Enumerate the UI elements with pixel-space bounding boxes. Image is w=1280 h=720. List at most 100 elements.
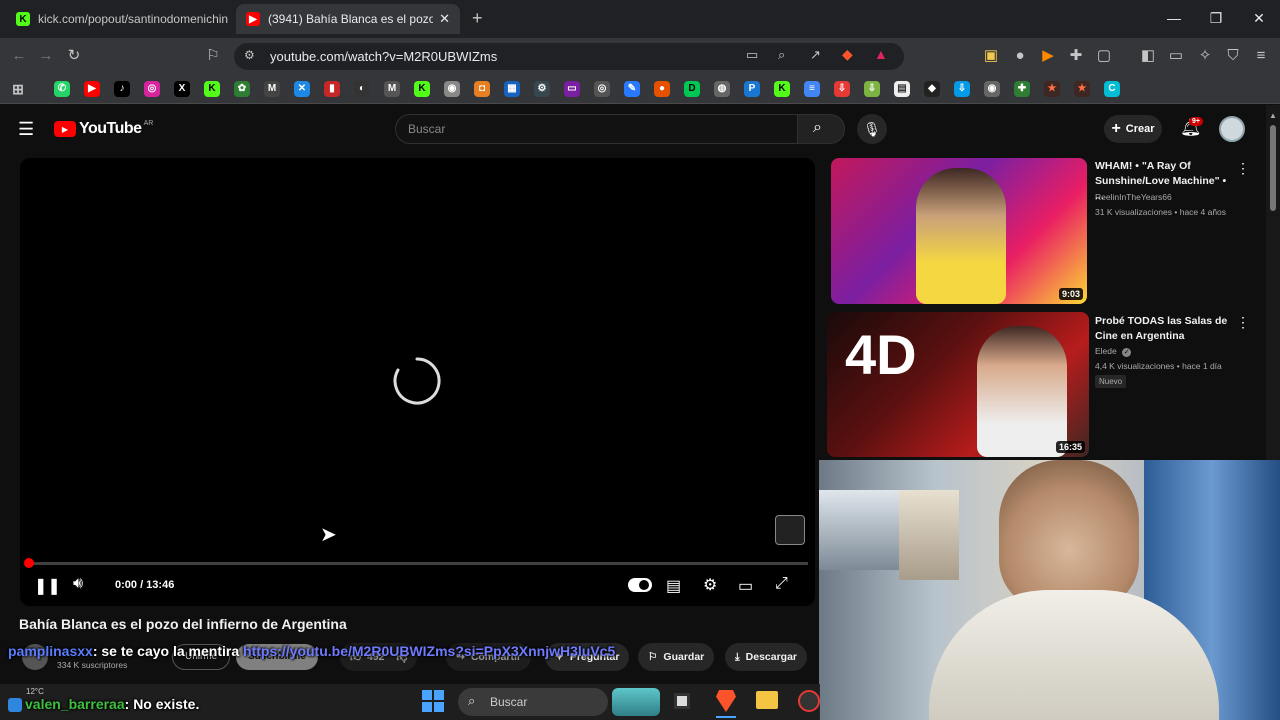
tiktok-icon[interactable]: ♪ [114,81,130,97]
tab-kick-popout[interactable]: K kick.com/popout/santinodomenichin [6,4,232,34]
reload-icon[interactable]: ↻ [64,46,84,66]
forward-icon[interactable]: → [36,46,56,66]
scroll-up-icon[interactable]: ▲ [1269,111,1277,120]
bookmark-icon[interactable]: ⚐ [203,46,223,66]
taskbar-search[interactable]: ⌕ Buscar [458,688,608,716]
bookmark-icon-18[interactable]: ▭ [564,81,580,97]
screenshot-icon[interactable]: ▢ [1094,46,1114,66]
bookmark-icon-33[interactable]: ✚ [1014,81,1030,97]
bookmark-icon-36[interactable]: C [1104,81,1120,97]
taskbar-widget-icon[interactable] [612,688,660,716]
volume-icon[interactable]: 🔊︎ [73,575,83,593]
channel-watermark[interactable] [775,515,805,545]
maximize-icon[interactable]: ❐ [1204,8,1228,28]
bookmark-icon-27[interactable]: ⇩ [834,81,850,97]
bookmark-icon-32[interactable]: ◉ [984,81,1000,97]
youtube-logo[interactable]: ▶ YouTube AR [54,120,153,138]
chart-bookmark-icon[interactable]: ▮ [324,81,340,97]
voice-search-button[interactable]: 🎙︎ [857,114,887,144]
address-bar[interactable]: ⚙ youtube.com/watch?v=M2R0UBWIZms ▭ ⌕ ↗ … [234,43,904,70]
bookmark-icon-16[interactable]: ▦ [504,81,520,97]
star-bookmark-icon-2[interactable]: ★ [1074,81,1090,97]
bookmark-icon-24[interactable]: P [744,81,760,97]
recommended-channel[interactable]: Elede ✓ [1095,346,1132,357]
bookmark-icon-14[interactable]: ◉ [444,81,460,97]
tab-youtube-video[interactable]: ▶ (3941) Bahía Blanca es el pozo d ✕ [236,4,460,34]
recommended-thumbnail[interactable]: 9:03 [831,158,1087,304]
close-tab-icon[interactable]: ✕ [439,11,450,27]
apps-grid-icon[interactable]: ⊞ [10,81,26,97]
bookmark-icon-19[interactable]: ◎ [594,81,610,97]
media-icon[interactable]: ▶ [1038,46,1058,66]
file-bookmark-icon[interactable]: ▤ [894,81,910,97]
avatar[interactable] [1219,116,1245,142]
fullscreen-icon[interactable]: ⤢ [775,575,788,593]
menu-icon[interactable]: ≡ [1251,46,1271,66]
bookmark-icon-22[interactable]: D [684,81,700,97]
sidebar-icon[interactable]: ◧ [1138,46,1158,66]
star-bookmark-icon[interactable]: ★ [1044,81,1060,97]
brave-taskbar-icon[interactable] [716,690,736,712]
cast-icon[interactable]: ▭ [746,47,758,63]
subtitles-icon[interactable]: ▤ [666,576,681,596]
recommended-channel[interactable]: ReelinInTheYears66 [1095,192,1172,202]
progress-scrubber[interactable] [24,558,34,568]
search-input[interactable]: Buscar [395,114,798,144]
kick-bookmark-icon-3[interactable]: K [774,81,790,97]
vpn-shield-icon[interactable]: ⛉ [1223,46,1243,66]
close-window-icon[interactable]: ✕ [1247,8,1271,28]
bookmark-icon-11[interactable]: ◐ [354,81,370,97]
pause-icon[interactable]: ❚❚ [34,576,61,596]
docs-icon[interactable]: ≡ [804,81,820,97]
play-extension-icon[interactable]: ● [1010,46,1030,66]
scrollbar-thumb[interactable] [1270,125,1276,211]
bookmark-icon-21[interactable]: ● [654,81,670,97]
bookmark-icon-23[interactable]: ◍ [714,81,730,97]
whatsapp-icon[interactable]: ✆ [54,81,70,97]
theater-mode-icon[interactable]: ▭ [738,576,753,596]
bookmark-icon-9[interactable]: ✕ [294,81,310,97]
x-icon[interactable]: X [174,81,190,97]
new-tab-icon[interactable]: + [472,8,483,29]
weather-widget[interactable]: 12°C [26,687,44,696]
minimize-icon[interactable]: — [1162,8,1186,28]
share-icon[interactable]: ↗ [810,47,821,63]
download-bookmark-icon[interactable]: ⇩ [864,81,880,97]
brave-shields-icon[interactable]: ◆ [842,46,853,63]
create-button[interactable]: + Crear [1104,115,1162,143]
windows-start-icon[interactable] [422,690,444,712]
progress-bar[interactable] [27,562,808,565]
more-options-icon[interactable]: ⋮ [1236,160,1250,177]
hamburger-menu-icon[interactable]: ☰ [18,119,34,140]
extension-icon[interactable]: ▣ [981,46,1001,66]
extensions-puzzle-icon[interactable]: ✚ [1066,46,1086,66]
back-icon[interactable]: ← [9,46,29,66]
site-info-icon[interactable]: ⚙ [244,48,255,62]
bookmark-icon-7[interactable]: ✿ [234,81,250,97]
bookmark-icon-20[interactable]: ✎ [624,81,640,97]
chat-link[interactable]: https://youtu.be/M2R0UBWIZms?si=PpX3Xnnj… [243,643,753,659]
search-button[interactable]: ⌕ [797,114,845,144]
gmail-icon[interactable]: M [264,81,280,97]
youtube-bookmark-icon[interactable]: ▶ [84,81,100,97]
more-options-icon[interactable]: ⋮ [1236,314,1250,331]
brave-rewards-icon[interactable]: ▲ [874,46,888,62]
instagram-icon[interactable]: ◎ [144,81,160,97]
leo-ai-icon[interactable]: ✧ [1195,46,1215,66]
bookmark-icon-12[interactable]: M [384,81,400,97]
bookmark-icon-17[interactable]: ⚙ [534,81,550,97]
video-player[interactable]: ➤ [20,158,815,606]
bookmark-icon-30[interactable]: ◆ [924,81,940,97]
bookmark-icon-15[interactable]: ◘ [474,81,490,97]
settings-gear-icon[interactable]: ⚙ [703,575,717,595]
zoom-icon[interactable]: ⌕ [778,47,785,63]
autoplay-toggle[interactable] [628,578,652,592]
file-explorer-icon[interactable] [756,691,778,709]
recommended-title[interactable]: Probé TODAS las Salas de Cine en Argenti… [1095,314,1233,344]
wallet-icon[interactable]: ▭ [1166,46,1186,66]
kick-bookmark-icon-2[interactable]: K [414,81,430,97]
bookmark-icon-31[interactable]: ⇩ [954,81,970,97]
task-view-icon[interactable] [674,693,690,709]
recommended-thumbnail[interactable]: 4D 16:35 [827,312,1089,457]
kick-bookmark-icon[interactable]: K [204,81,220,97]
